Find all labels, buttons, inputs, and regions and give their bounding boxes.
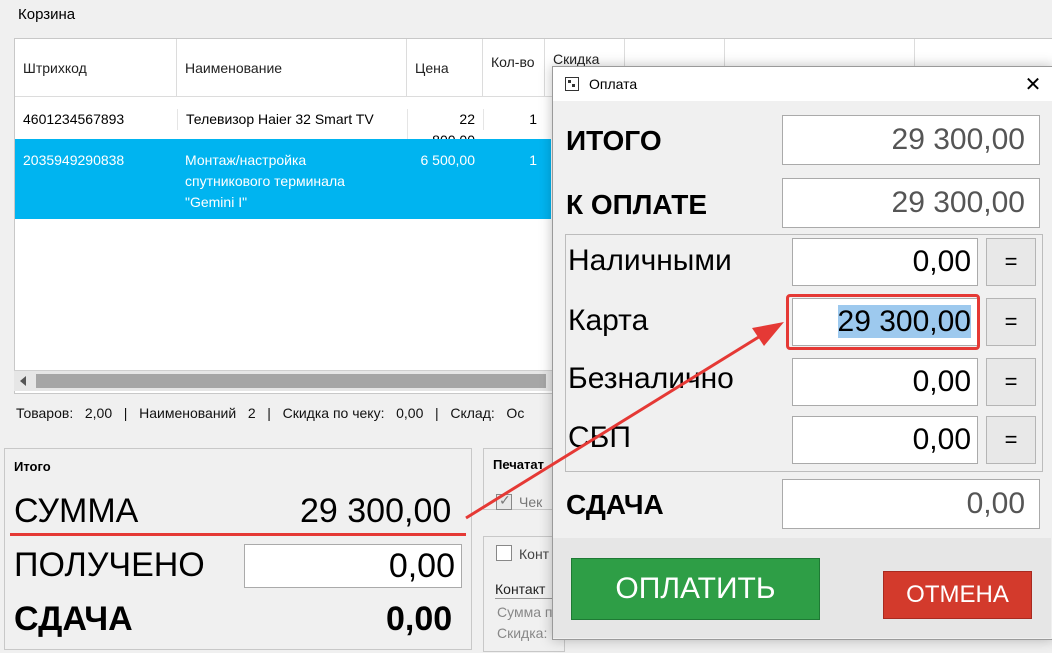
arrow-head — [752, 322, 784, 346]
annotation-arrow — [465, 322, 784, 520]
arrow-line — [465, 328, 771, 520]
